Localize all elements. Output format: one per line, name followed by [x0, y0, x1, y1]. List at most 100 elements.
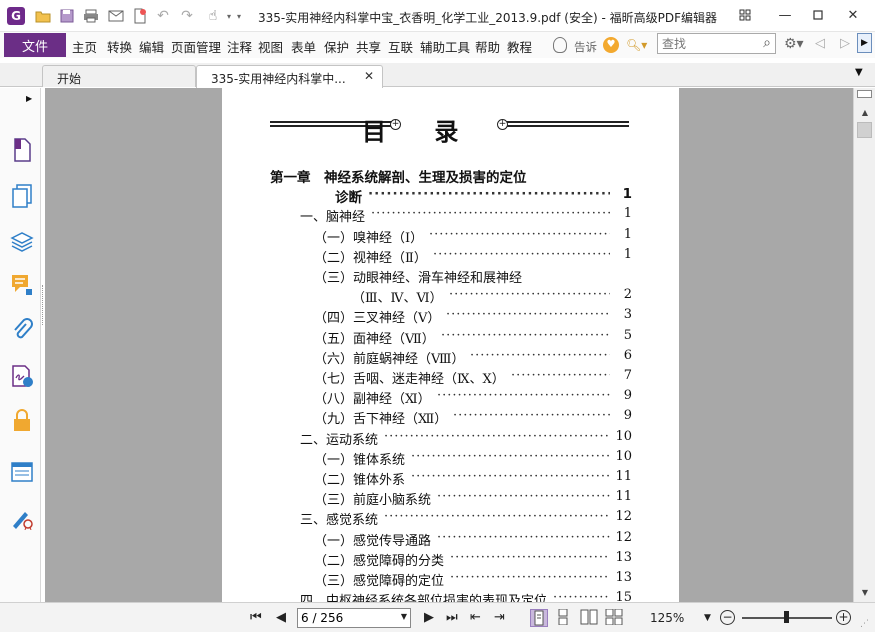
zoom-out-icon[interactable]: −	[720, 610, 735, 625]
toc-entry[interactable]: （九）舌下神经（Ⅻ） ······························…	[222, 408, 632, 427]
last-page-icon[interactable]: ⏭	[446, 610, 458, 625]
resize-grip-icon[interactable]: ⋰	[860, 619, 869, 629]
menu-help[interactable]: 帮助	[475, 37, 500, 56]
previous-view-icon[interactable]: ⇤	[470, 610, 481, 625]
nav-forward-icon[interactable]: ▷	[840, 36, 850, 51]
continuous-view-button[interactable]	[555, 608, 573, 627]
security-lock-icon[interactable]	[10, 409, 34, 433]
menu-convert[interactable]: 转换	[107, 37, 132, 56]
toc-entry[interactable]: （七）舌咽、迷走神经（Ⅸ、Ⅹ） ·························…	[222, 368, 632, 387]
page-thumbnails-icon[interactable]	[10, 184, 34, 208]
redo-icon[interactable]: ↷	[177, 7, 197, 25]
toc-entry[interactable]: （三）感觉障碍的定位 ······························…	[222, 570, 632, 589]
page-dropdown-icon[interactable]: ▼	[401, 612, 407, 621]
zoom-dropdown-icon[interactable]: ▼	[704, 613, 711, 623]
toc-entry[interactable]: （一）感觉传导通路 ·······························…	[222, 530, 632, 549]
menu-share[interactable]: 共享	[356, 37, 381, 56]
tab-start[interactable]: 开始	[42, 65, 196, 87]
zoom-in-icon[interactable]: +	[836, 610, 851, 625]
toc-entry[interactable]: 一、脑神经 ···································…	[222, 206, 632, 225]
menu-connect[interactable]: 互联	[388, 37, 413, 56]
scroll-thumb[interactable]	[857, 122, 872, 138]
toc-entry-title: （一）感觉传导通路	[314, 533, 432, 549]
close-window-button[interactable]: ✕	[843, 6, 863, 24]
search-icon[interactable]: ⌕	[763, 35, 771, 51]
comments-icon[interactable]	[10, 273, 34, 297]
zoom-slider-knob[interactable]	[784, 611, 789, 623]
tell-me-label[interactable]: 告诉	[574, 39, 597, 55]
signature-icon[interactable]	[10, 364, 34, 388]
settings-gear-icon[interactable]: ⚙▾	[784, 36, 804, 52]
toc-entry[interactable]: （六）前庭蜗神经（Ⅷ） ·····························…	[222, 348, 632, 367]
certificate-pen-icon[interactable]	[10, 506, 34, 530]
layers-icon[interactable]	[10, 229, 34, 253]
tab-document[interactable]: 335-实用神经内科掌中... ✕	[196, 65, 383, 88]
scroll-up-icon[interactable]: ▲	[857, 108, 873, 120]
ribbon-display-icon[interactable]	[735, 6, 755, 24]
toc-entry[interactable]: （二）视神经（Ⅱ） ·······························…	[222, 247, 632, 266]
menu-form[interactable]: 表单	[291, 37, 316, 56]
toc-entry[interactable]: （二）感觉障碍的分类 ······························…	[222, 550, 632, 569]
maximize-button[interactable]	[808, 6, 828, 24]
menu-protect[interactable]: 保护	[324, 37, 349, 56]
expand-panel-icon[interactable]: ▶	[26, 94, 32, 103]
feedback-heart-icon[interactable]: ♥	[603, 37, 619, 53]
menu-accessibility[interactable]: 辅助工具	[420, 37, 470, 56]
menu-tutorial[interactable]: 教程	[507, 37, 532, 56]
toc-entry[interactable]: 二、运动系统 ··································…	[222, 429, 632, 448]
document-viewer[interactable]: + 目 录 + 第一章 神经系统解剖、生理及损害的定位 诊断 ···········…	[45, 88, 853, 602]
toc-entry[interactable]: （五）面神经（Ⅶ） ·······························…	[222, 328, 632, 347]
toc-entry[interactable]: （八）副神经（Ⅺ） ·······························…	[222, 388, 632, 407]
facing-view-button[interactable]	[580, 609, 598, 627]
toc-entry[interactable]: （三）动眼神经、滑车神经和展神经	[222, 267, 632, 286]
menu-edit[interactable]: 编辑	[139, 37, 164, 56]
toc-entry[interactable]: （二）锥体外系 ·································…	[222, 469, 632, 488]
find-folder-icon[interactable]: 🔍︎▾	[626, 38, 647, 52]
email-icon[interactable]	[106, 7, 126, 25]
toc-entry[interactable]: 三、感觉系统 ··································…	[222, 509, 632, 528]
toc-entry[interactable]: （一）锥体系统 ·································…	[222, 449, 632, 468]
search-input[interactable]	[658, 34, 754, 53]
split-view-handle[interactable]	[857, 90, 872, 98]
lightbulb-icon[interactable]	[553, 37, 567, 53]
scroll-down-icon[interactable]: ▼	[857, 588, 873, 600]
zoom-level[interactable]: 125%	[650, 611, 684, 625]
next-page-icon[interactable]: ▶	[424, 610, 434, 625]
menu-view[interactable]: 视图	[258, 37, 283, 56]
toc-leader-dots: ········································…	[368, 186, 610, 203]
first-page-icon[interactable]: ⏮	[250, 610, 262, 625]
toc-entry[interactable]: 四、中枢神经系统各部位损害的表现及定位 ·····················…	[222, 590, 632, 602]
toc-entry[interactable]: 第一章 神经系统解剖、生理及损害的定位	[222, 166, 632, 186]
toc-entry[interactable]: （Ⅲ、Ⅳ、Ⅵ） ·································…	[222, 287, 632, 306]
toc-entry[interactable]: （一）嗅神经（Ⅰ） ·······························…	[222, 227, 632, 246]
menu-comment[interactable]: 注释	[227, 37, 252, 56]
expand-ribbon-icon[interactable]: ▶	[857, 33, 872, 53]
vertical-scrollbar[interactable]: ▲ ▼	[853, 88, 875, 602]
tab-list-dropdown-icon[interactable]: ▼	[855, 67, 863, 78]
next-view-icon[interactable]: ⇥	[494, 610, 505, 625]
file-menu-button[interactable]: 文件	[4, 33, 66, 57]
print-icon[interactable]	[81, 7, 101, 25]
form-fields-icon[interactable]	[10, 460, 34, 484]
single-page-view-button[interactable]	[530, 609, 548, 627]
continuous-facing-view-button[interactable]	[605, 608, 623, 627]
nav-back-icon[interactable]: ◁	[815, 36, 825, 51]
attachment-paperclip-icon[interactable]	[10, 318, 34, 342]
toc-entry[interactable]: 诊断 ······································…	[222, 186, 632, 206]
customize-toolbar-icon[interactable]: ▾	[229, 7, 249, 25]
toc-entry[interactable]: （三）前庭小脑系统 ·······························…	[222, 489, 632, 508]
menu-home[interactable]: 主页	[72, 37, 97, 56]
save-icon[interactable]	[57, 7, 77, 25]
previous-page-icon[interactable]: ◀	[276, 610, 286, 625]
toc-entry[interactable]: （四）三叉神经（Ⅴ） ······························…	[222, 307, 632, 326]
bookmark-icon[interactable]	[10, 138, 34, 162]
menu-page-management[interactable]: 页面管理	[171, 37, 221, 56]
page-number-input[interactable]	[298, 609, 394, 627]
close-tab-icon[interactable]: ✕	[364, 69, 374, 83]
minimize-button[interactable]: —	[775, 6, 795, 24]
toc-page-number: 1	[623, 206, 632, 222]
new-document-icon[interactable]	[130, 7, 150, 25]
undo-icon[interactable]: ↶	[153, 7, 173, 25]
toc-entry-title: （一）锥体系统	[314, 452, 406, 468]
open-folder-icon[interactable]	[33, 7, 53, 25]
